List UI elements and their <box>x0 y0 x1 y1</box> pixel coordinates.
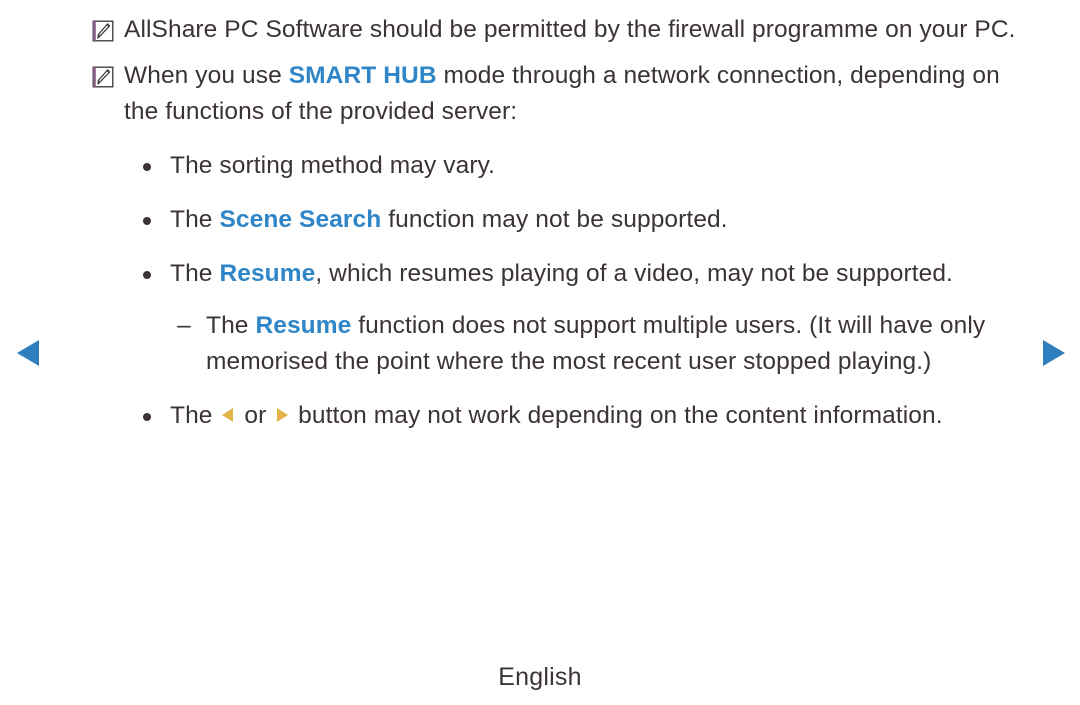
list-item: The sorting method may vary. <box>92 148 1022 184</box>
list-item-text: The sorting method may vary. <box>170 148 1022 184</box>
bullet-dot-icon <box>136 163 158 171</box>
list-item-lead: The <box>170 260 220 287</box>
list-item-lead: The <box>170 206 220 233</box>
bullet-dot-icon <box>136 413 158 421</box>
list-item-text: The or button may not work depending on … <box>170 398 1022 434</box>
sub-item-lead: The <box>206 312 256 339</box>
dash-marker: – <box>177 312 191 339</box>
note-item-text: When you use SMART HUB mode through a ne… <box>124 58 1022 130</box>
resume-keyword: Resume <box>219 260 316 287</box>
list-item: The or button may not work depending on … <box>92 398 1022 434</box>
triangle-right-icon <box>1036 336 1070 370</box>
page-language-footer: English <box>498 663 582 691</box>
bullet-list: The sorting method may vary. The Scene S… <box>92 148 1022 434</box>
note-content: AllShare PC Software should be permitted… <box>92 12 1022 434</box>
list-item: The Scene Search function may not be sup… <box>92 202 1022 238</box>
list-item-tail: button may not work depending on the con… <box>291 402 943 429</box>
arrow-right-inline-icon <box>275 406 289 424</box>
list-item-lead: The <box>170 402 220 429</box>
list-item-tail: , which resumes playing of a video, may … <box>315 260 953 287</box>
sub-list-item-text: The Resume function does not support mul… <box>206 308 1022 380</box>
note-pencil-icon <box>92 20 114 42</box>
list-item-text: The Resume, which resumes playing of a v… <box>170 256 1022 292</box>
sub-list-item: – The Resume function does not support m… <box>92 308 1022 380</box>
previous-page-arrow[interactable] <box>12 336 46 370</box>
note-text-lead: When you use <box>124 62 289 89</box>
next-page-arrow[interactable] <box>1036 336 1070 370</box>
list-item: The Resume, which resumes playing of a v… <box>92 256 1022 292</box>
list-item-middle: or <box>237 402 274 429</box>
bullet-dot-icon <box>136 217 158 225</box>
note-pencil-icon <box>92 66 114 88</box>
triangle-left-icon <box>12 336 46 370</box>
note-item-text: AllShare PC Software should be permitted… <box>124 16 1016 43</box>
note-item: When you use SMART HUB mode through a ne… <box>92 58 1022 130</box>
resume-keyword: Resume <box>255 312 352 339</box>
list-item-text: The Scene Search function may not be sup… <box>170 202 1022 238</box>
manual-page: AllShare PC Software should be permitted… <box>0 0 1080 705</box>
list-item-tail: function may not be supported. <box>381 206 728 233</box>
list-item-lead: The sorting method may vary. <box>170 152 496 179</box>
note-item: AllShare PC Software should be permitted… <box>92 12 1022 48</box>
bullet-dot-icon <box>136 271 158 279</box>
scene-search-keyword: Scene Search <box>219 206 382 233</box>
smart-hub-keyword: SMART HUB <box>288 62 437 89</box>
arrow-left-inline-icon <box>221 406 235 424</box>
